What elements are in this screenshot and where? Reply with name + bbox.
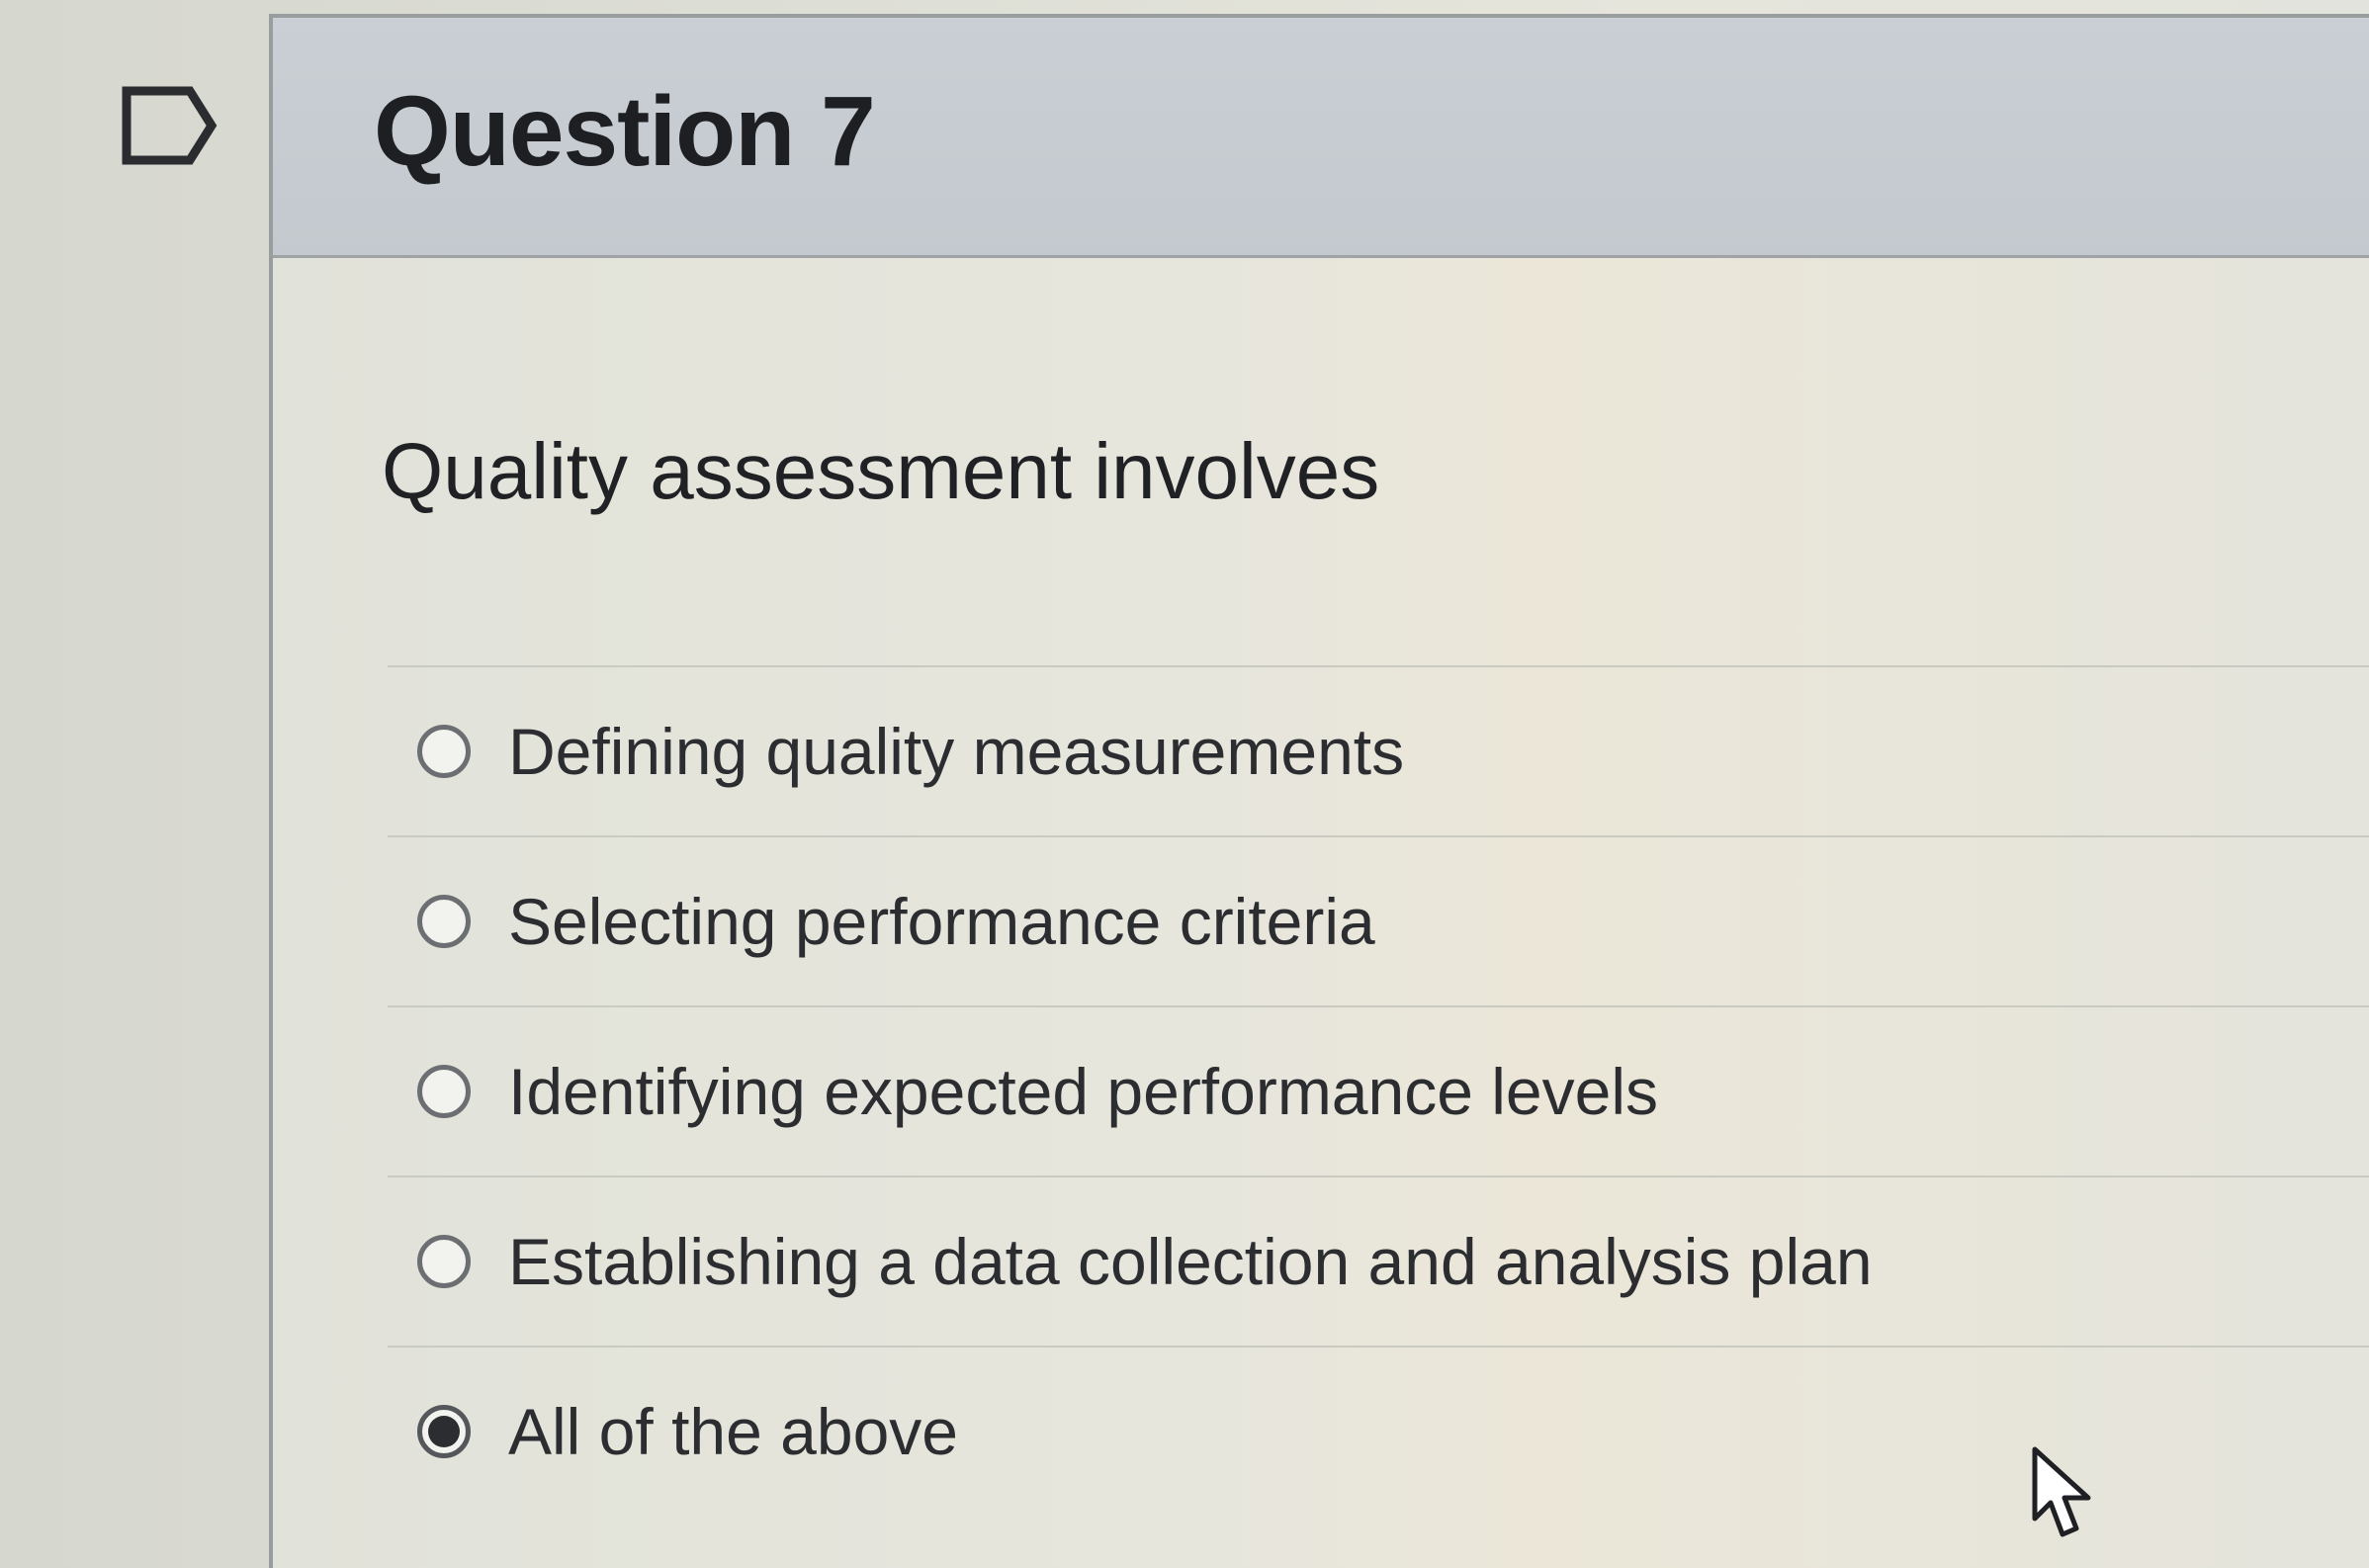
answer-label: Establishing a data collection and analy… xyxy=(508,1225,1873,1298)
answer-option[interactable]: Establishing a data collection and analy… xyxy=(388,1177,2369,1348)
question-text: Quality assessment involves xyxy=(382,427,1380,515)
question-body: Quality assessment involves Defining qua… xyxy=(273,258,2369,1568)
radio-button[interactable] xyxy=(417,895,471,948)
radio-button[interactable] xyxy=(417,1235,471,1288)
question-title: Question 7 xyxy=(374,76,876,187)
radio-button[interactable] xyxy=(417,725,471,778)
quiz-page: Question 7 Quality assessment involves D… xyxy=(0,0,2369,1568)
answer-option[interactable]: Defining quality measurements xyxy=(388,667,2369,837)
question-header: Question 7 xyxy=(273,18,2369,258)
question-card: Question 7 Quality assessment involves D… xyxy=(269,14,2369,1568)
answer-label: Identifying expected performance levels xyxy=(508,1055,1658,1128)
answer-option[interactable]: Identifying expected performance levels xyxy=(388,1007,2369,1177)
answer-label: Selecting performance criteria xyxy=(508,885,1375,958)
answer-label: All of the above xyxy=(508,1395,958,1468)
answer-option[interactable]: Selecting performance criteria xyxy=(388,837,2369,1007)
answer-list: Defining quality measurements Selecting … xyxy=(388,665,2369,1516)
flag-question-icon[interactable] xyxy=(121,85,219,166)
mouse-pointer-icon xyxy=(2032,1446,2091,1537)
answer-label: Defining quality measurements xyxy=(508,715,1405,788)
radio-button[interactable] xyxy=(417,1065,471,1118)
radio-button-selected[interactable] xyxy=(417,1405,471,1458)
